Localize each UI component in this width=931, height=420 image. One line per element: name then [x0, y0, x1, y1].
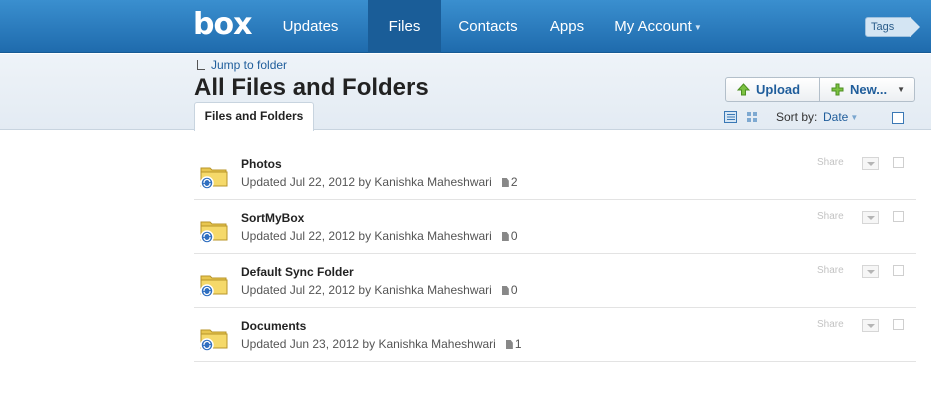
grid-view-icon[interactable]: [747, 112, 757, 122]
page-title: All Files and Folders: [194, 74, 429, 101]
document-icon: [501, 286, 509, 295]
list-item[interactable]: SortMyBox Updated Jul 22, 2012 by Kanish…: [194, 200, 916, 254]
nav-my-account-label: My Account: [614, 18, 692, 35]
row-checkbox[interactable]: [893, 157, 904, 168]
green-up-arrow-icon: [737, 83, 750, 96]
nav-updates[interactable]: Updates: [268, 0, 353, 53]
file-meta: Updated Jul 22, 2012 by Kanishka Maheshw…: [241, 175, 518, 189]
document-icon: [501, 178, 509, 187]
updated-text: Updated Jun 23, 2012 by Kanishka Maheshw…: [241, 337, 496, 351]
nav-contacts[interactable]: Contacts: [449, 0, 527, 53]
jump-to-folder-link[interactable]: Jump to folder: [197, 58, 287, 72]
row-menu-button[interactable]: [862, 157, 879, 170]
folder-tree-icon: [197, 60, 205, 70]
sort-by-value: Date: [823, 110, 849, 124]
nav-files[interactable]: Files: [368, 0, 441, 53]
tags-button[interactable]: Tags: [865, 17, 920, 37]
file-name[interactable]: Documents: [241, 319, 306, 333]
updated-text: Updated Jul 22, 2012 by Kanishka Maheshw…: [241, 175, 492, 189]
file-meta: Updated Jul 22, 2012 by Kanishka Maheshw…: [241, 229, 518, 243]
upload-button[interactable]: Upload: [725, 77, 820, 102]
list-item[interactable]: Default Sync Folder Updated Jul 22, 2012…: [194, 254, 916, 308]
file-name[interactable]: Default Sync Folder: [241, 265, 354, 279]
list-item[interactable]: Photos Updated Jul 22, 2012 by Kanishka …: [194, 146, 916, 200]
sync-folder-icon: [200, 221, 228, 244]
sync-folder-icon: [200, 167, 228, 190]
nav-apps[interactable]: Apps: [541, 0, 593, 53]
green-plus-icon: [831, 83, 844, 96]
chevron-down-icon: ▼: [850, 113, 859, 123]
row-menu-button[interactable]: [862, 319, 879, 332]
share-link[interactable]: Share: [817, 211, 844, 222]
file-meta: Updated Jul 22, 2012 by Kanishka Maheshw…: [241, 283, 518, 297]
file-name[interactable]: SortMyBox: [241, 211, 304, 225]
upload-label: Upload: [756, 82, 801, 97]
row-menu-button[interactable]: [862, 265, 879, 278]
file-count: 2: [510, 175, 518, 189]
chevron-down-icon: ▼: [693, 22, 702, 32]
chevron-down-icon: ▼: [897, 85, 905, 94]
select-all-checkbox[interactable]: [892, 112, 904, 124]
file-meta: Updated Jun 23, 2012 by Kanishka Maheshw…: [241, 337, 522, 351]
document-icon: [501, 232, 509, 241]
sync-folder-icon: [200, 329, 228, 352]
document-icon: [505, 340, 513, 349]
row-checkbox[interactable]: [893, 265, 904, 276]
share-link[interactable]: Share: [817, 265, 844, 276]
box-logo[interactable]: box: [193, 9, 252, 41]
updated-text: Updated Jul 22, 2012 by Kanishka Maheshw…: [241, 283, 492, 297]
file-count: 0: [510, 229, 518, 243]
row-menu-button[interactable]: [862, 211, 879, 224]
sync-folder-icon: [200, 275, 228, 298]
jump-to-folder-label: Jump to folder: [211, 58, 288, 72]
row-checkbox[interactable]: [893, 319, 904, 330]
new-label: New...: [850, 82, 888, 97]
list-view-icon[interactable]: [724, 111, 737, 123]
file-name[interactable]: Photos: [241, 157, 282, 171]
file-count: 0: [510, 283, 518, 297]
nav-my-account[interactable]: My Account ▼: [608, 0, 708, 53]
sort-by-label: Sort by:: [776, 110, 818, 124]
share-link[interactable]: Share: [817, 319, 844, 330]
share-link[interactable]: Share: [817, 157, 844, 168]
top-navigation-bar: box Updates Files Contacts Apps My Accou…: [0, 0, 931, 53]
list-item[interactable]: Documents Updated Jun 23, 2012 by Kanish…: [194, 308, 916, 362]
tab-files-and-folders[interactable]: Files and Folders: [194, 102, 314, 131]
row-checkbox[interactable]: [893, 211, 904, 222]
sort-by-dropdown[interactable]: Date ▼: [823, 110, 858, 124]
updated-text: Updated Jul 22, 2012 by Kanishka Maheshw…: [241, 229, 492, 243]
file-count: 1: [514, 337, 522, 351]
new-button[interactable]: New... ▼: [819, 77, 915, 102]
